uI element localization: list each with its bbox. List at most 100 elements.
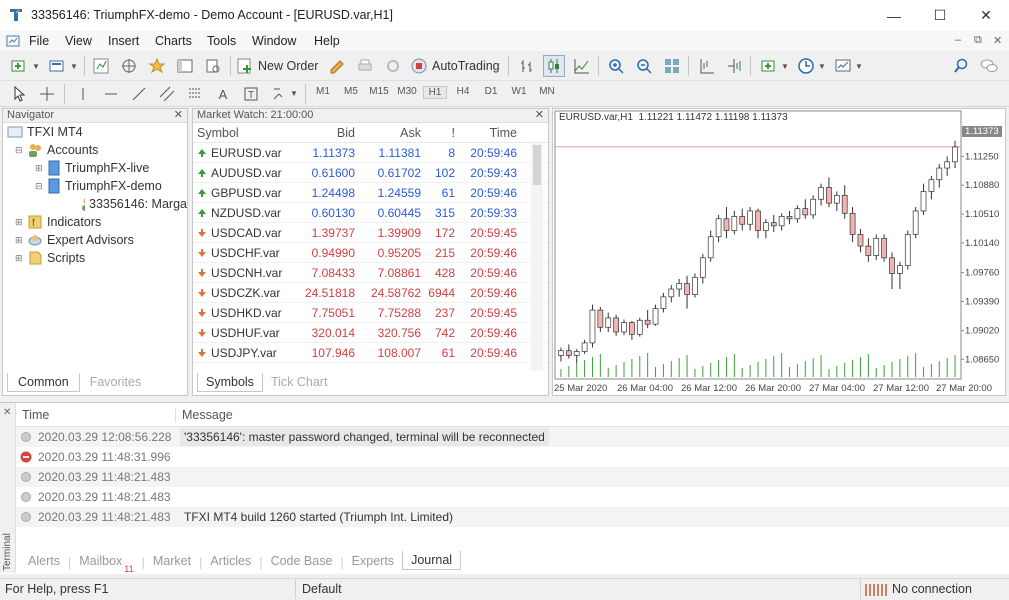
tab-mailbox[interactable]: Mailbox	[71, 552, 122, 570]
tab-symbols[interactable]: Symbols	[197, 373, 263, 392]
market-watch-row[interactable]: USDCNH.var 7.08433 7.08861 428 20:59:46	[193, 263, 548, 283]
zoom-out-icon[interactable]	[633, 55, 655, 77]
new-order-button[interactable]: New Order	[236, 55, 318, 77]
expand-icon[interactable]: ⊞	[15, 235, 27, 246]
col-spread[interactable]: !	[425, 126, 459, 140]
auto-scroll-icon[interactable]	[723, 55, 745, 77]
nav-indicators[interactable]: ⊞ f Indicators	[7, 213, 187, 231]
dropdown-arrow-icon[interactable]: ▼	[290, 89, 298, 98]
expand-icon[interactable]: ⊞	[15, 253, 27, 264]
tab-articles[interactable]: Articles	[202, 552, 259, 570]
col-symbol[interactable]: Symbol	[193, 126, 291, 140]
tab-market[interactable]: Market	[145, 552, 199, 570]
timeframe-h1[interactable]: H1	[423, 86, 447, 99]
timeframe-d1[interactable]: D1	[479, 86, 503, 99]
trendline-icon[interactable]	[128, 83, 150, 105]
search-icon[interactable]	[950, 55, 972, 77]
candlestick-chart[interactable]: 1.11250 1.10880 1.10510 1.10140 1.09760 1.093…	[553, 109, 1005, 395]
dropdown-arrow-icon[interactable]: ▼	[818, 62, 826, 71]
dropdown-arrow-icon[interactable]: ▼	[855, 62, 863, 71]
scrollbar-thumb[interactable]	[533, 145, 541, 185]
col-journal-time[interactable]: Time	[16, 407, 176, 422]
market-watch-row[interactable]: USDHUF.var 320.014 320.756 742 20:59:46	[193, 323, 548, 343]
new-chart-icon[interactable]	[8, 55, 30, 77]
expand-icon[interactable]: ⊞	[35, 163, 47, 174]
text-icon[interactable]: A	[212, 83, 234, 105]
tile-windows-icon[interactable]	[661, 55, 683, 77]
market-watch-row[interactable]: USDJPY.var 107.946 108.007 61 20:59:46	[193, 343, 548, 363]
market-watch-row[interactable]: AUDUSD.var 0.61600 0.61702 102 20:59:43	[193, 163, 548, 183]
nav-account-item[interactable]: 33356146: Marga	[7, 195, 187, 213]
tab-common[interactable]: Common	[7, 373, 80, 392]
timeframe-m5[interactable]: M5	[339, 86, 363, 99]
maximize-button[interactable]: ☐	[917, 0, 963, 31]
tab-alerts[interactable]: Alerts	[20, 552, 68, 570]
nav-root[interactable]: TFXI MT4	[7, 123, 187, 141]
market-watch-row[interactable]: NZDUSD.var 0.60130 0.60445 315 20:59:33	[193, 203, 548, 223]
crosshair-icon[interactable]	[36, 83, 58, 105]
timeframe-m1[interactable]: M1	[311, 86, 335, 99]
close-button[interactable]: ✕	[963, 0, 1009, 31]
profiles-icon[interactable]	[46, 55, 68, 77]
col-bid[interactable]: Bid	[291, 126, 359, 140]
navigator-icon[interactable]	[146, 55, 168, 77]
fibonacci-icon[interactable]	[184, 83, 206, 105]
menu-tools[interactable]: Tools	[207, 34, 236, 48]
terminal-close-icon[interactable]: ✕	[3, 407, 11, 418]
menu-file[interactable]: File	[29, 34, 49, 48]
nav-live-server[interactable]: ⊞ TriumphFX-live	[7, 159, 187, 177]
market-watch-icon[interactable]	[90, 55, 112, 77]
menu-insert[interactable]: Insert	[108, 34, 139, 48]
terminal-icon[interactable]	[174, 55, 196, 77]
nav-demo-server[interactable]: ⊟ TriumphFX-demo	[7, 177, 187, 195]
chat-icon[interactable]	[978, 55, 1000, 77]
tab-favorites[interactable]: Favorites	[80, 373, 151, 392]
market-watch-row[interactable]: USDCHF.var 0.94990 0.95205 215 20:59:46	[193, 243, 548, 263]
tab-journal[interactable]: Journal	[402, 551, 462, 570]
horizontal-line-icon[interactable]	[100, 83, 122, 105]
scrollbar[interactable]	[531, 143, 543, 371]
arrows-icon[interactable]	[268, 83, 290, 105]
menu-charts[interactable]: Charts	[155, 34, 192, 48]
child-close-button[interactable]: ✕	[993, 34, 1002, 47]
bar-chart-icon[interactable]	[516, 55, 538, 77]
market-watch-close-icon[interactable]: ✕	[535, 109, 544, 122]
tab-experts[interactable]: Experts	[344, 552, 402, 570]
collapse-icon[interactable]: ⊟	[15, 145, 27, 156]
strategy-tester-icon[interactable]	[202, 55, 224, 77]
menu-help[interactable]: Help	[314, 34, 340, 48]
indicators-icon[interactable]	[758, 55, 780, 77]
journal-row[interactable]: 2020.03.29 12:08:56.228 '33356146': maste…	[16, 427, 1009, 447]
menu-view[interactable]: View	[65, 34, 92, 48]
vertical-line-icon[interactable]	[72, 83, 94, 105]
child-minimize-button[interactable]: –	[955, 34, 961, 46]
expand-icon[interactable]: ⊞	[15, 217, 27, 228]
chart-shift-icon[interactable]	[696, 55, 718, 77]
collapse-icon[interactable]: ⊟	[35, 181, 47, 192]
col-journal-message[interactable]: Message	[176, 408, 233, 422]
print-icon[interactable]	[354, 55, 376, 77]
navigator-close-icon[interactable]: ✕	[174, 109, 183, 122]
cursor-icon[interactable]	[8, 83, 30, 105]
data-window-icon[interactable]	[118, 55, 140, 77]
nav-expert-advisors[interactable]: ⊞ Expert Advisors	[7, 231, 187, 249]
market-watch-row[interactable]: GBPUSD.var 1.24498 1.24559 61 20:59:46	[193, 183, 548, 203]
zoom-in-icon[interactable]	[605, 55, 627, 77]
line-chart-icon[interactable]	[571, 55, 593, 77]
periods-icon[interactable]	[795, 55, 817, 77]
tab-code-base[interactable]: Code Base	[263, 552, 341, 570]
market-watch-row[interactable]: USDCZK.var 24.51818 24.58762 6944 20:59:46	[193, 283, 548, 303]
equidistant-channel-icon[interactable]	[156, 83, 178, 105]
minimize-button[interactable]: —	[871, 0, 917, 31]
signals-icon[interactable]	[382, 55, 404, 77]
metaeditor-icon[interactable]	[326, 55, 348, 77]
tab-tick-chart[interactable]: Tick Chart	[263, 373, 336, 392]
journal-row[interactable]: 2020.03.29 11:48:21.483	[16, 487, 1009, 507]
journal-row[interactable]: 2020.03.29 11:48:21.483 TFXI MT4 build 12…	[16, 507, 1009, 527]
timeframe-h4[interactable]: H4	[451, 86, 475, 99]
child-restore-button[interactable]: ⧉	[974, 34, 982, 47]
market-watch-row[interactable]: USDHKD.var 7.75051 7.75288 237 20:59:45	[193, 303, 548, 323]
col-ask[interactable]: Ask	[359, 126, 425, 140]
market-watch-row[interactable]: USDCAD.var 1.39737 1.39909 172 20:59:45	[193, 223, 548, 243]
chart-window-icon[interactable]	[6, 34, 20, 48]
